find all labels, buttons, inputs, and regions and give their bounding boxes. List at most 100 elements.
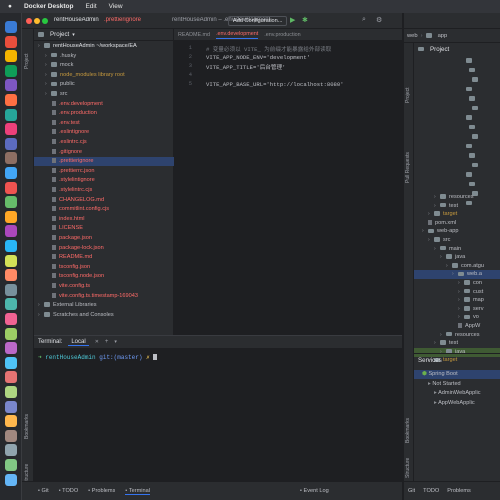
- dock-app-icon[interactable]: [5, 356, 17, 369]
- close-window-button[interactable]: [26, 18, 32, 24]
- dock-app-icon[interactable]: [5, 21, 17, 33]
- statusbar-item-terminal[interactable]: ▪ Terminal: [125, 488, 150, 495]
- dock-app-icon[interactable]: [5, 371, 17, 384]
- close-icon[interactable]: ✕: [95, 339, 99, 345]
- structure-tool-tab[interactable]: Structure: [405, 458, 411, 478]
- right-project-header[interactable]: Project: [414, 43, 500, 55]
- dock-app-icon[interactable]: [5, 79, 17, 92]
- dock-app-icon[interactable]: [5, 459, 17, 471]
- tree-item[interactable]: .env.production: [34, 109, 174, 118]
- breadcrumb-project[interactable]: rentHouseAdmin: [54, 17, 99, 23]
- dock-app-icon[interactable]: [5, 283, 17, 296]
- statusbar-item-git[interactable]: ▪ Git: [38, 488, 49, 494]
- dock-app-icon[interactable]: [5, 298, 17, 311]
- chevron-down-icon[interactable]: ▾: [72, 32, 75, 38]
- tree-item[interactable]: › .husky: [34, 52, 174, 61]
- code-line[interactable]: # 变量必须以 VITE_ 为前缀才能暴露给外部读取: [206, 45, 331, 53]
- tree-item[interactable]: [472, 133, 481, 142]
- tree-item[interactable]: commitlint.config.cjs: [34, 205, 174, 214]
- tree-item[interactable]: .stylelintignore: [34, 176, 174, 185]
- tree-item[interactable]: tsconfig.json: [34, 263, 174, 272]
- breadcrumb-file[interactable]: .prettierignore: [104, 17, 141, 23]
- statusbar-item-event-log[interactable]: ▪ Event Log: [300, 488, 329, 494]
- tree-item[interactable]: › mock: [34, 61, 174, 70]
- debug-icon[interactable]: ✱: [302, 16, 308, 24]
- tree-item[interactable]: [469, 124, 478, 133]
- zoom-window-button[interactable]: [42, 18, 48, 24]
- tree-item[interactable]: › node_modules library root: [34, 71, 174, 80]
- dock-app-icon[interactable]: [5, 429, 17, 442]
- bookmarks-tool-tab[interactable]: Bookmarks: [405, 418, 411, 443]
- statusbar-item-problems[interactable]: Problems: [447, 488, 471, 494]
- dock-app-icon[interactable]: [5, 313, 17, 325]
- dock-app-icon[interactable]: [5, 342, 17, 355]
- tree-item[interactable]: package-lock.json: [34, 244, 174, 253]
- project-tool-tab[interactable]: Project: [24, 53, 30, 69]
- tree-item[interactable]: › External Libraries: [34, 301, 174, 310]
- statusbar-item-todo[interactable]: TODO: [423, 488, 439, 494]
- dock-app-icon[interactable]: [5, 400, 17, 413]
- statusbar-item-problems[interactable]: ▪ Problems: [88, 488, 115, 494]
- dock-app-icon[interactable]: [5, 152, 17, 165]
- bookmarks-tool-tab[interactable]: Bookmarks: [24, 414, 30, 439]
- dock-app-icon[interactable]: [5, 35, 17, 48]
- tree-item[interactable]: .eslintignore: [34, 128, 174, 137]
- dock-app-icon[interactable]: [5, 327, 17, 340]
- project-tool-tab[interactable]: Project: [405, 87, 411, 103]
- dock-app-icon[interactable]: [5, 108, 17, 121]
- menubar-app-name[interactable]: Docker Desktop: [24, 3, 74, 10]
- dock-app-icon[interactable]: [5, 269, 17, 282]
- statusbar-item-git[interactable]: Git: [408, 488, 415, 494]
- tree-item[interactable]: index.html: [34, 215, 174, 224]
- tree-item[interactable]: .prettierrc.json: [34, 167, 174, 176]
- tree-item[interactable]: [469, 181, 478, 190]
- dock-app-icon[interactable]: [5, 181, 17, 194]
- tree-item[interactable]: vite.config.ts: [34, 282, 174, 291]
- pull-requests-tool-tab[interactable]: Pull Requests: [405, 152, 411, 183]
- terminal-prompt-line[interactable]: ➜ rentHouseAdmin git:(master) ✗: [38, 354, 158, 361]
- tree-item[interactable]: package.json: [34, 234, 174, 243]
- tree-item[interactable]: [472, 76, 481, 85]
- menubar-view[interactable]: View: [109, 3, 123, 10]
- dock-app-icon[interactable]: [5, 415, 17, 428]
- dock-app-icon[interactable]: [5, 137, 17, 150]
- tree-item[interactable]: [469, 152, 478, 161]
- add-icon[interactable]: +: [105, 339, 109, 345]
- editor-tab[interactable]: README.md: [178, 32, 210, 38]
- tree-item[interactable]: .prettierignore: [34, 157, 174, 167]
- tree-item[interactable]: vite.config.ts.timestamp-169043: [34, 292, 174, 301]
- tree-item[interactable]: [472, 162, 481, 171]
- services-item[interactable]: ▸ AdminWebApplic: [414, 389, 500, 398]
- tree-item[interactable]: › Scratches and Consoles: [34, 311, 174, 320]
- add-configuration-button[interactable]: Add Configuration...: [228, 16, 288, 26]
- statusbar-item-todo[interactable]: ▪ TODO: [59, 488, 79, 494]
- tree-item[interactable]: .env.development: [34, 100, 174, 109]
- dock-app-icon[interactable]: [5, 225, 17, 238]
- tree-item[interactable]: › public: [34, 80, 174, 89]
- dock-app-icon[interactable]: [5, 444, 17, 457]
- tree-item[interactable]: .env.test: [34, 119, 174, 128]
- tree-item[interactable]: [466, 171, 475, 180]
- tree-item[interactable]: [466, 57, 475, 66]
- services-item[interactable]: ▸ Not Started: [414, 380, 500, 389]
- code-line[interactable]: VITE_APP_TITLE='后台管理': [206, 63, 285, 71]
- dock-app-icon[interactable]: [5, 64, 17, 77]
- dock-app-icon[interactable]: [5, 50, 17, 63]
- breadcrumb-item[interactable]: web: [407, 33, 418, 39]
- tree-item[interactable]: .stylelintrc.cjs: [34, 186, 174, 195]
- tree-item[interactable]: tsconfig.node.json: [34, 272, 174, 281]
- dock-app-icon[interactable]: [5, 123, 17, 136]
- tree-item[interactable]: [469, 67, 478, 76]
- tree-item[interactable]: .gitignore: [34, 148, 174, 157]
- dock-app-icon[interactable]: [5, 254, 17, 267]
- breadcrumb-item[interactable]: app: [438, 33, 448, 39]
- chevron-down-icon[interactable]: ▾: [114, 339, 117, 345]
- dock-app-icon[interactable]: [5, 196, 17, 209]
- editor-tab[interactable]: .env.production: [264, 32, 300, 38]
- dock-app-icon[interactable]: [5, 167, 17, 179]
- tree-item[interactable]: [469, 95, 478, 104]
- tree-item[interactable]: [466, 143, 475, 152]
- apple-icon[interactable]: ●: [8, 3, 12, 10]
- tree-item[interactable]: › rentHouseAdmin ~/workspace/EA: [34, 42, 174, 51]
- dock-app-icon[interactable]: [5, 210, 17, 223]
